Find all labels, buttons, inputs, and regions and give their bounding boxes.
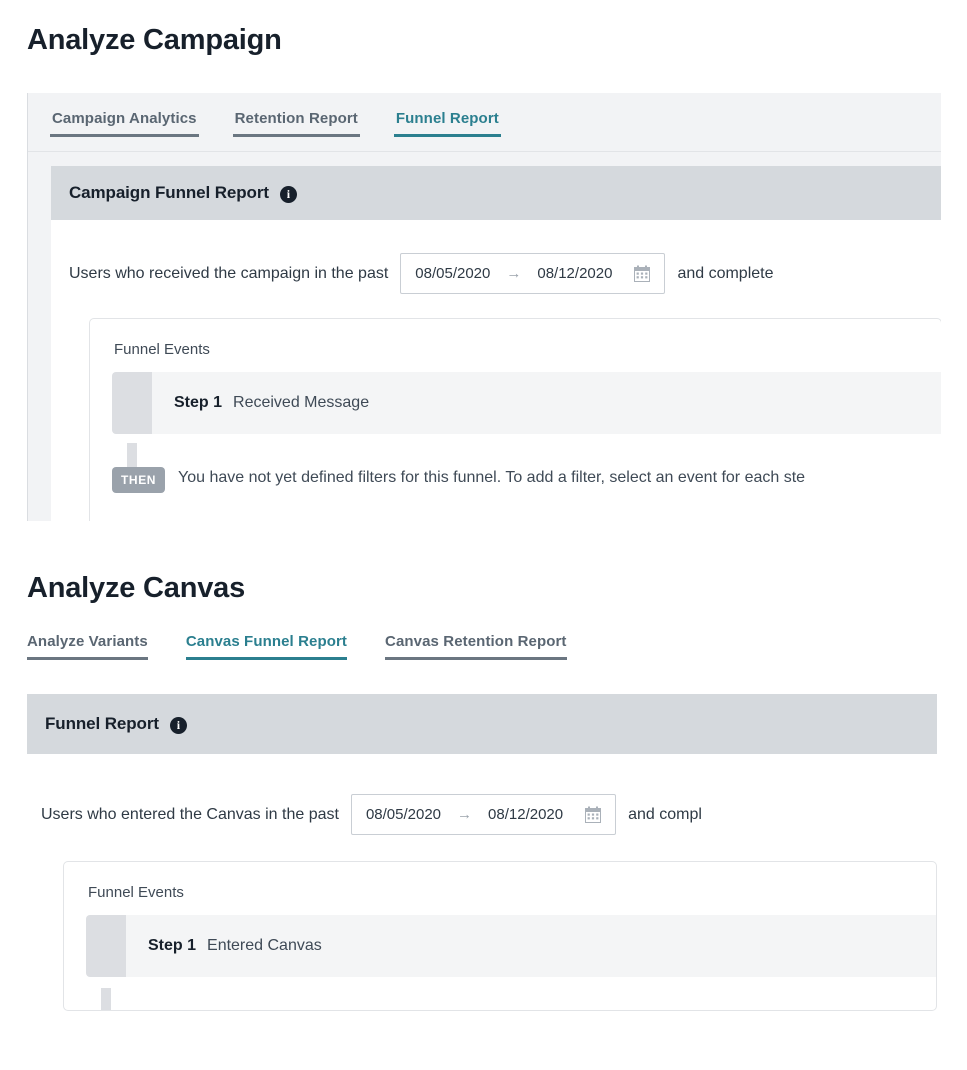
analyze-canvas-panel: Funnel Report i Users who entered the Ca… [27,694,937,1029]
campaign-funnel-report-card: Campaign Funnel Report i Users who recei… [51,166,941,521]
calendar-icon[interactable] [585,806,602,823]
tab-canvas-retention-report[interactable]: Canvas Retention Report [385,633,567,660]
calendar-icon[interactable] [634,265,651,282]
filter-lead-text: Users who received the campaign in the p… [69,264,389,282]
step-connector [101,988,111,1010]
canvas-card-body: Users who entered the Canvas in the past… [27,754,937,1029]
filter-trailing-text: and compl [628,805,702,823]
start-date-input[interactable]: 08/05/2020 [415,265,490,282]
step-body[interactable]: Step 1 Received Message [152,372,941,434]
canvas-tabs: Analyze Variants Canvas Funnel Report Ca… [27,633,567,660]
funnel-events-box: Funnel Events Step 1 Received Message TH… [89,318,941,521]
page-title-analyze-campaign: Analyze Campaign [27,24,282,56]
step-number-label: Step 1 [148,937,197,954]
step-number-label: Step 1 [174,394,223,411]
step-drag-handle[interactable] [112,372,152,434]
funnel-step-row[interactable]: Step 1 Received Message [90,372,941,434]
end-date-input[interactable]: 08/12/2020 [537,265,612,282]
funnel-step-row[interactable]: Step 1 Entered Canvas [64,915,936,977]
funnel-events-legend: Funnel Events [88,884,184,901]
step-drag-handle[interactable] [86,915,126,977]
step-event-name[interactable]: Received Message [233,394,369,412]
then-badge: THEN [112,467,166,493]
tab-analyze-variants[interactable]: Analyze Variants [27,633,148,660]
tab-funnel-report[interactable]: Funnel Report [393,110,501,137]
screenshot-root: Analyze Campaign Campaign Analytics Rete… [0,0,967,1070]
info-icon[interactable]: i [279,185,297,203]
funnel-events-box: Funnel Events Step 1 Entered Canvas [63,861,937,1011]
date-range-picker[interactable]: 08/05/2020 → 08/12/2020 [400,253,666,294]
info-icon[interactable]: i [169,716,187,734]
campaign-tabs: Campaign Analytics Retention Report Funn… [50,110,501,137]
analyze-campaign-panel: Campaign Analytics Retention Report Funn… [27,93,941,521]
start-date-input[interactable]: 08/05/2020 [366,806,441,823]
card-title: Campaign Funnel Report [69,183,269,202]
tab-canvas-funnel-report[interactable]: Canvas Funnel Report [185,633,348,660]
range-arrow-icon: → [506,265,522,282]
step-body[interactable]: Step 1 Entered Canvas [126,915,936,977]
step-event-name[interactable]: Entered Canvas [207,937,322,955]
page-title-analyze-canvas: Analyze Canvas [27,572,246,604]
tab-campaign-analytics[interactable]: Campaign Analytics [50,110,199,137]
card-title: Funnel Report [45,714,159,733]
date-range-picker[interactable]: 08/05/2020 → 08/12/2020 [350,794,617,835]
filter-trailing-text: and complete [677,264,774,282]
canvas-filter-row: Users who entered the Canvas in the past… [27,754,937,835]
campaign-filter-row: Users who received the campaign in the p… [51,220,941,294]
end-date-input[interactable]: 08/12/2020 [488,806,563,823]
funnel-empty-filters-message: You have not yet defined filters for thi… [178,469,806,486]
funnel-events-legend: Funnel Events [114,341,210,358]
tab-retention-report[interactable]: Retention Report [232,110,360,137]
range-arrow-icon: → [457,806,473,823]
card-header: Funnel Report i [27,694,937,754]
card-header: Campaign Funnel Report i [51,166,941,220]
tabs-divider [28,151,941,152]
filter-lead-text: Users who entered the Canvas in the past [41,805,339,823]
